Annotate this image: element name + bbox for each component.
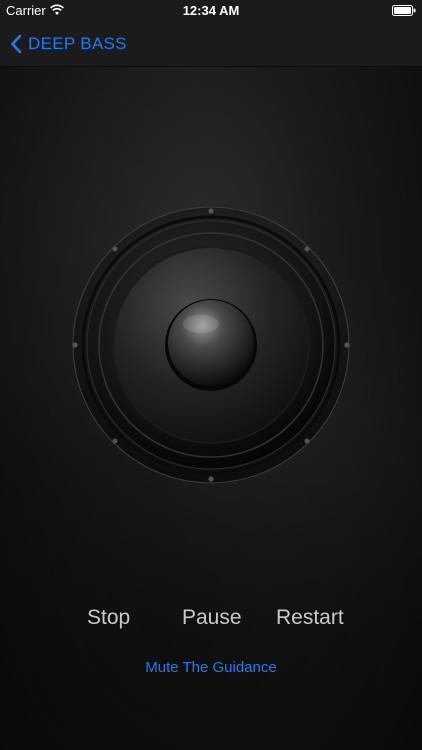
mute-guidance-link[interactable]: Mute The Guidance bbox=[0, 659, 422, 676]
speaker-icon bbox=[72, 206, 350, 484]
back-button[interactable]: DEEP BASS bbox=[10, 32, 127, 56]
back-button-label: DEEP BASS bbox=[28, 34, 127, 53]
app-screen: Carrier 12:34 AM DEEP BASS Stop Pause Re… bbox=[0, 0, 422, 750]
playback-controls: Stop Pause Restart bbox=[0, 606, 422, 638]
navigation-bar: DEEP BASS bbox=[0, 22, 422, 67]
restart-button[interactable]: Restart bbox=[276, 606, 344, 630]
pause-button[interactable]: Pause bbox=[182, 606, 242, 630]
battery-icon bbox=[392, 5, 416, 16]
stop-button[interactable]: Stop bbox=[87, 606, 130, 630]
status-time: 12:34 AM bbox=[182, 3, 240, 18]
chevron-left-icon bbox=[11, 34, 22, 54]
status-bar: Carrier 12:34 AM bbox=[0, 0, 422, 22]
